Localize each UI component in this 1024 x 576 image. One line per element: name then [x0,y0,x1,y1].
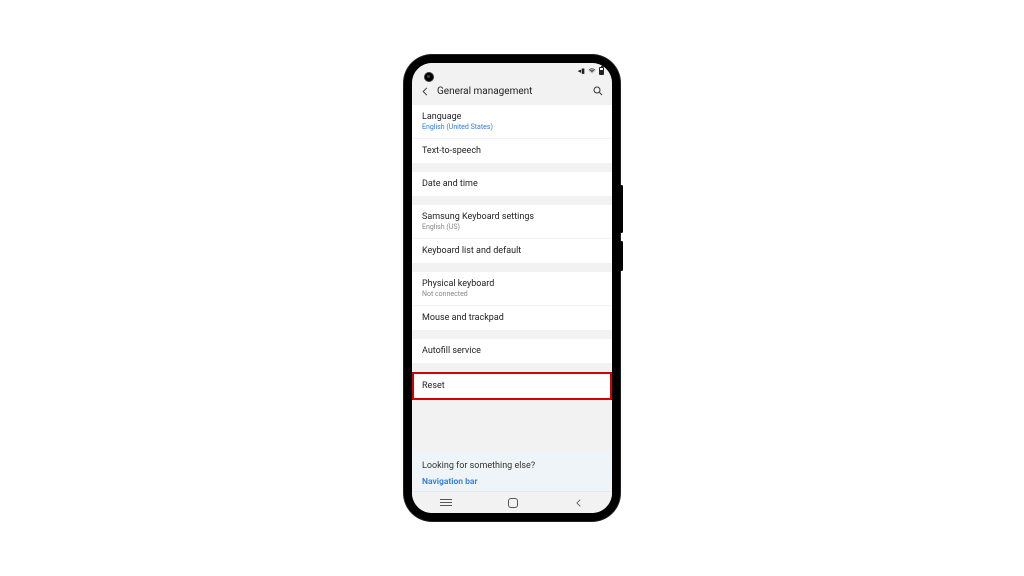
item-label: Text-to-speech [422,146,602,156]
section-divider [412,264,612,272]
item-label: Samsung Keyboard settings [422,212,602,222]
item-label: Date and time [422,179,602,189]
front-camera [424,72,434,82]
settings-item-reset[interactable]: Reset [412,372,612,400]
item-value: English (United States) [422,123,602,131]
item-label: Reset [422,381,602,391]
screen: ◂▮ General management Language Engli [412,63,612,513]
related-heading: Looking for something else? [422,461,602,471]
settings-item-mouse[interactable]: Mouse and trackpad [412,306,612,331]
settings-list: Language English (United States) Text-to… [412,105,612,513]
recents-button[interactable] [440,502,452,504]
power-button [620,241,623,271]
settings-item-keyboard[interactable]: Samsung Keyboard settings English (US) [412,205,612,239]
volume-button [620,185,623,233]
item-label: Autofill service [422,346,602,356]
back-nav-button[interactable] [574,498,584,508]
navigation-bar [412,491,612,513]
item-label: Language [422,112,602,122]
settings-item-physical-keyboard[interactable]: Physical keyboard Not connected [412,272,612,306]
section-divider [412,164,612,172]
section-divider [412,331,612,339]
search-button[interactable] [592,85,604,97]
settings-item-datetime[interactable]: Date and time [412,172,612,197]
section-divider [412,197,612,205]
phone-frame: ◂▮ General management Language Engli [404,55,620,521]
back-button[interactable] [420,86,431,97]
settings-item-tts[interactable]: Text-to-speech [412,139,612,164]
related-links: Looking for something else? Navigation b… [412,452,612,491]
wifi-icon [588,67,596,75]
item-label: Keyboard list and default [422,246,602,256]
app-bar: General management [412,79,612,105]
page-title: General management [437,86,586,97]
home-button[interactable] [508,498,518,508]
settings-item-language[interactable]: Language English (United States) [412,105,612,139]
section-divider [412,364,612,372]
status-bar: ◂▮ [412,63,612,79]
item-value: Not connected [422,290,602,298]
item-label: Mouse and trackpad [422,313,602,323]
battery-icon [599,67,604,75]
settings-item-keyboard-list[interactable]: Keyboard list and default [412,239,612,264]
settings-item-autofill[interactable]: Autofill service [412,339,612,364]
section-divider [412,400,612,408]
item-label: Physical keyboard [422,279,602,289]
related-link-navigation-bar[interactable]: Navigation bar [422,477,602,487]
sound-icon: ◂▮ [578,67,585,75]
item-value: English (US) [422,223,602,231]
